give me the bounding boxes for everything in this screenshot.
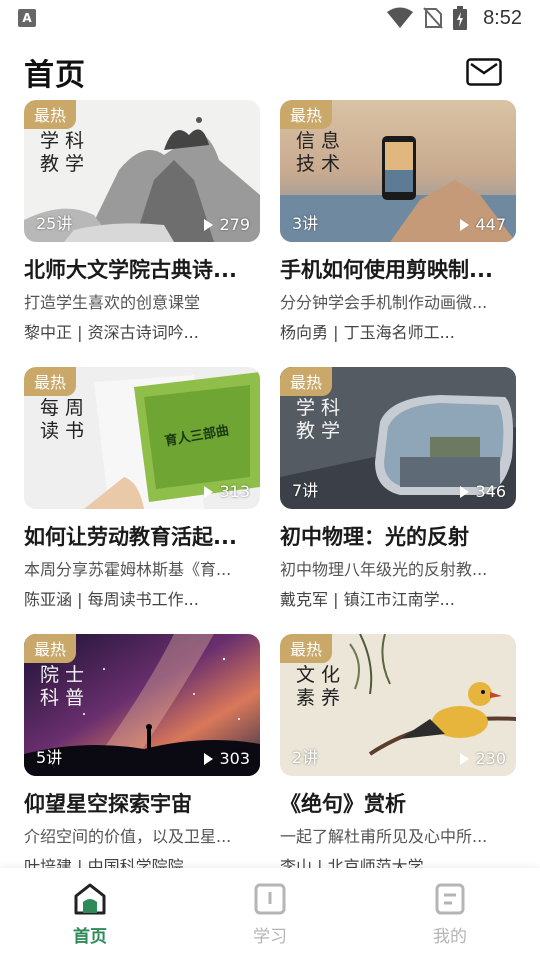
hot-badge: 最热 bbox=[280, 367, 333, 396]
course-description: 介绍空间的价值，以及卫星... bbox=[24, 827, 232, 846]
thumbnail-category: 信息 技术 bbox=[296, 130, 347, 175]
play-count: 279 bbox=[204, 215, 250, 234]
lesson-count: 25讲 bbox=[36, 214, 73, 233]
course-card[interactable]: 最热 学科 教学 25讲 279 北师大文学院古典诗... 打造学生喜欢的创意课… bbox=[24, 100, 260, 367]
status-icons: 8:52 bbox=[387, 4, 522, 32]
hot-badge: 最热 bbox=[280, 634, 333, 663]
bottom-tab-bar: 首页 学习 我的 bbox=[0, 868, 540, 960]
course-card[interactable]: 最热 文化 素养 2讲 230 《绝句》赏析 一起了解杜甫所见及心中所... 李… bbox=[280, 634, 516, 870]
lesson-count: 5讲 bbox=[36, 748, 63, 767]
profile-doc-icon bbox=[435, 883, 465, 915]
course-author: 戴克军 | 镇江市江南学... bbox=[280, 590, 455, 609]
hot-badge: 最热 bbox=[24, 634, 77, 663]
play-count: 230 bbox=[460, 749, 506, 768]
thumbnail-category: 学科 教学 bbox=[296, 397, 347, 442]
course-card[interactable]: 最热 信息 技术 3讲 447 手机如何使用剪映制... 分分钟学会手机制作动画… bbox=[280, 100, 516, 367]
status-bar: A 8:52 bbox=[0, 0, 540, 36]
play-count: 447 bbox=[460, 215, 506, 234]
course-card[interactable]: 最热 院士 科普 5讲 303 仰望星空探索宇宙 介绍空间的价值，以及卫星...… bbox=[24, 634, 260, 870]
play-icon bbox=[460, 485, 470, 498]
play-icon bbox=[204, 752, 214, 765]
course-title: 手机如何使用剪映制... bbox=[280, 258, 493, 282]
course-card[interactable]: 最热 学科 教学 7讲 346 初中物理：光的反射 初中物理八年级光的反射教..… bbox=[280, 367, 516, 634]
course-author: 杨向勇 | 丁玉海名师工... bbox=[280, 323, 455, 342]
book-icon bbox=[254, 883, 286, 915]
thumbnail-category: 学科 教学 bbox=[40, 130, 91, 175]
course-thumbnail: 最热 信息 技术 3讲 447 bbox=[280, 100, 516, 242]
thumbnail-category: 文化 素养 bbox=[296, 664, 347, 709]
course-description: 本周分享苏霍姆林斯基《育... bbox=[24, 560, 232, 579]
tab-label: 我的 bbox=[433, 927, 467, 947]
hot-badge: 最热 bbox=[24, 367, 77, 396]
page-header: 首页 bbox=[0, 44, 540, 96]
tab-home[interactable]: 首页 bbox=[30, 882, 150, 952]
play-icon bbox=[460, 752, 470, 765]
course-author: 陈亚涵 | 每周读书工作... bbox=[24, 590, 199, 609]
no-sim-icon bbox=[423, 7, 443, 29]
play-icon bbox=[460, 218, 470, 231]
thumbnail-category: 院士 科普 bbox=[40, 664, 91, 709]
play-count: 303 bbox=[204, 749, 250, 768]
lesson-count: 3讲 bbox=[292, 214, 319, 233]
battery-charging-icon bbox=[453, 6, 468, 30]
hot-badge: 最热 bbox=[280, 100, 333, 129]
home-icon bbox=[74, 883, 106, 915]
course-title: 《绝句》赏析 bbox=[280, 792, 406, 816]
play-icon bbox=[204, 218, 214, 231]
course-thumbnail: 最热 学科 教学 25讲 279 bbox=[24, 100, 260, 242]
course-description: 初中物理八年级光的反射教... bbox=[280, 560, 488, 579]
course-thumbnail: 育人三部曲 最热 每周 读书 313 bbox=[24, 367, 260, 509]
play-icon bbox=[204, 485, 214, 498]
mail-icon[interactable] bbox=[466, 58, 502, 86]
wifi-icon bbox=[387, 7, 414, 28]
course-description: 打造学生喜欢的创意课堂 bbox=[24, 293, 201, 312]
hot-badge: 最热 bbox=[24, 100, 77, 129]
play-count: 346 bbox=[460, 482, 506, 501]
course-title: 初中物理：光的反射 bbox=[280, 525, 469, 549]
course-title: 如何让劳动教育活起... bbox=[24, 525, 237, 549]
course-title: 仰望星空探索宇宙 bbox=[24, 792, 192, 816]
course-thumbnail: 最热 文化 素养 2讲 230 bbox=[280, 634, 516, 776]
thumbnail-category: 每周 读书 bbox=[40, 397, 91, 442]
tab-label: 首页 bbox=[73, 927, 107, 947]
play-count: 313 bbox=[204, 482, 250, 501]
app-notification-icon: A bbox=[18, 9, 36, 27]
course-thumbnail: 最热 院士 科普 5讲 303 bbox=[24, 634, 260, 776]
page-title: 首页 bbox=[24, 58, 86, 93]
course-description: 分分钟学会手机制作动画微... bbox=[280, 293, 488, 312]
tab-mine[interactable]: 我的 bbox=[390, 882, 510, 952]
tab-label: 学习 bbox=[253, 927, 287, 947]
lesson-count: 2讲 bbox=[292, 748, 319, 767]
course-card[interactable]: 育人三部曲 最热 每周 读书 313 如何让劳动教育活起... 本周分享苏霍姆林… bbox=[24, 367, 260, 634]
course-description: 一起了解杜甫所见及心中所... bbox=[280, 827, 488, 846]
status-time: 8:52 bbox=[483, 6, 522, 29]
course-grid: 最热 学科 教学 25讲 279 北师大文学院古典诗... 打造学生喜欢的创意课… bbox=[24, 100, 516, 870]
tab-study[interactable]: 学习 bbox=[210, 882, 330, 952]
lesson-count: 7讲 bbox=[292, 481, 319, 500]
course-author: 黎中正 | 资深古诗词吟... bbox=[24, 323, 199, 342]
course-thumbnail: 最热 学科 教学 7讲 346 bbox=[280, 367, 516, 509]
course-title: 北师大文学院古典诗... bbox=[24, 258, 237, 282]
